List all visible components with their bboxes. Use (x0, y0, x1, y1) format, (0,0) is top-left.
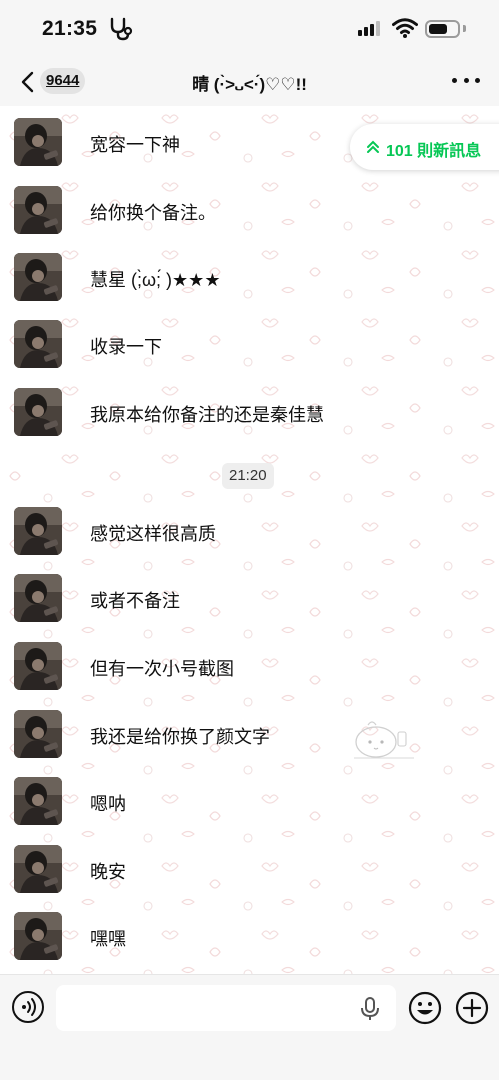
message-text: 或者不备注 (90, 591, 180, 611)
avatar[interactable] (14, 710, 62, 758)
battery-icon (425, 20, 460, 38)
stethoscope-icon (110, 17, 133, 41)
message-row[interactable]: 或者不备注 (0, 574, 499, 624)
plus-icon[interactable] (455, 991, 489, 1025)
microphone-icon[interactable] (360, 997, 380, 1021)
message-list[interactable]: 宽容一下神给你换个备注。 慧星 (;̀ω;́ )★★★ 收录一下我原本给你备注的还是… (0, 106, 499, 974)
avatar[interactable] (14, 912, 62, 960)
message-text: 给你换个备注。 (90, 203, 216, 223)
message-text: 晚安 (90, 862, 126, 882)
new-messages-label: 101 則新訊息 (386, 143, 482, 160)
message-row[interactable]: 嘿嘿 (0, 912, 499, 962)
message-text: 嘿嘿 (90, 929, 126, 949)
signal-bar (376, 21, 380, 36)
battery-level (429, 24, 447, 34)
avatar[interactable] (14, 642, 62, 690)
message-row[interactable]: 感觉这样很高质 (0, 507, 499, 557)
dot (475, 78, 480, 83)
signal-bar (364, 27, 368, 36)
dot (452, 78, 457, 83)
signal-bar (370, 24, 374, 36)
message-row[interactable]: 但有一次小号截图 (0, 642, 499, 692)
status-time: 21:35 (42, 17, 98, 40)
avatar[interactable] (14, 574, 62, 622)
avatar[interactable] (14, 845, 62, 893)
chat-title[interactable]: 晴 (·̀>᎑<·́)♡♡!! (120, 70, 379, 96)
avatar[interactable] (14, 507, 62, 555)
background-sticker (354, 721, 414, 759)
message-text: 我原本给你备注的还是秦佳慧 (90, 405, 324, 425)
avatar[interactable] (14, 320, 62, 368)
chat-header: 9644 晴 (·̀>᎑<·́)♡♡!! (0, 58, 499, 106)
time-separator: 21:20 (222, 463, 274, 489)
message-text: 嗯呐 (90, 794, 126, 814)
avatar[interactable] (14, 253, 62, 301)
message-text: 慧星 (;̀ω;́ )★★★ (90, 270, 221, 290)
avatar[interactable] (14, 388, 62, 436)
avatar[interactable] (14, 777, 62, 825)
avatar[interactable] (14, 118, 62, 166)
unread-count-badge[interactable]: 9644 (40, 68, 86, 94)
composer-bar (0, 974, 499, 1080)
message-row[interactable]: 给你换个备注。 (0, 186, 499, 236)
chevron-left-icon[interactable] (18, 70, 40, 94)
battery-tip (463, 25, 466, 32)
new-messages-button[interactable]: 101 則新訊息 (350, 124, 499, 170)
message-row[interactable]: 嗯呐 (0, 777, 499, 827)
more-dots-icon[interactable] (452, 78, 480, 86)
message-row[interactable]: 慧星 (;̀ω;́ )★★★ (0, 253, 499, 303)
message-row[interactable]: 我还是给你换了颜文字 (0, 710, 499, 760)
signal-bar (358, 30, 362, 36)
voice-icon[interactable] (12, 991, 44, 1023)
message-row[interactable]: 我原本给你备注的还是秦佳慧 (0, 388, 499, 438)
status-bar: 21:35 (0, 0, 499, 58)
signal-strength-icon (358, 21, 380, 36)
message-text: 但有一次小号截图 (90, 659, 234, 679)
message-text: 感觉这样很高质 (90, 524, 216, 544)
message-row[interactable]: 收录一下 (0, 320, 499, 370)
message-text: 我还是给你换了颜文字 (90, 727, 270, 747)
emoji-icon[interactable] (408, 991, 442, 1025)
message-text: 收录一下 (90, 337, 162, 357)
dot (463, 78, 469, 83)
avatar[interactable] (14, 186, 62, 234)
wifi-icon (392, 18, 418, 38)
chat-screen: 21:35 9644 晴 (·̀>᎑<·́)♡♡!! 宽容一下神 给你换个备注。… (0, 0, 499, 1080)
message-row[interactable]: 晚安 (0, 845, 499, 895)
message-text: 宽容一下神 (90, 135, 180, 155)
double-chevron-up-icon (367, 140, 379, 153)
message-input[interactable] (56, 985, 396, 1031)
